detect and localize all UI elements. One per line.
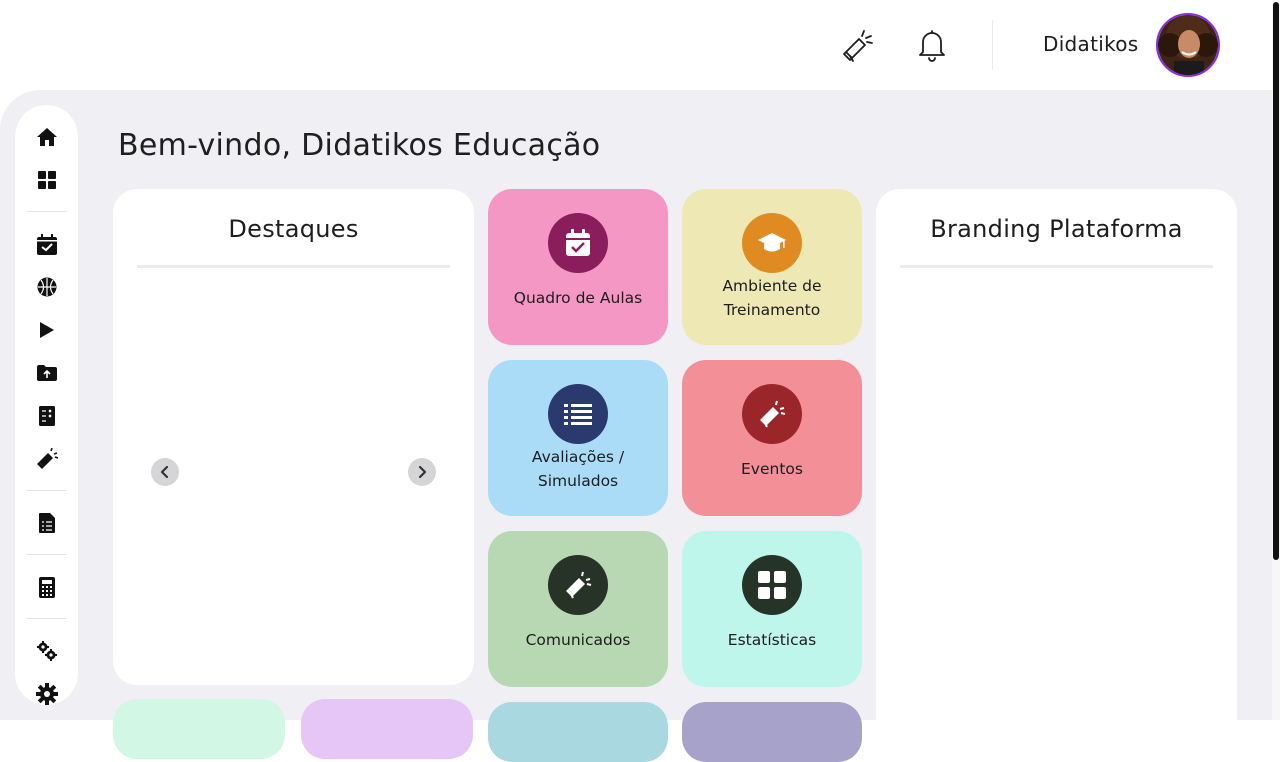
branding-title: Branding Plataforma <box>930 215 1183 243</box>
tile-label: Quadro de Aulas <box>513 289 643 307</box>
carousel-next-button[interactable] <box>408 458 436 486</box>
tile-partial[interactable] <box>488 702 668 762</box>
tile-ambiente-de-treinamento[interactable]: Ambiente de Treinamento <box>682 189 862 345</box>
megaphone-icon <box>742 384 802 444</box>
basketball-icon[interactable] <box>35 275 59 299</box>
cogs-icon[interactable] <box>35 639 59 663</box>
megaphone-icon[interactable] <box>35 447 59 471</box>
calendar-icon[interactable] <box>35 232 59 256</box>
home-icon[interactable] <box>35 125 59 149</box>
highlights-title: Destaques <box>228 215 359 243</box>
user-name[interactable]: Didatikos <box>1043 32 1139 56</box>
grid-icon <box>742 555 802 615</box>
tile-partial[interactable] <box>682 702 862 762</box>
tile-comunicados[interactable]: Comunicados <box>488 531 668 687</box>
report-icon[interactable] <box>35 404 59 428</box>
megaphone-icon[interactable] <box>837 25 877 65</box>
tile-avaliacoes-simulados[interactable]: Avaliações / Simulados <box>488 360 668 516</box>
avatar[interactable] <box>1156 13 1220 77</box>
tile-label: Ambiente de Treinamento <box>722 277 822 319</box>
tile-partial[interactable] <box>301 699 473 759</box>
header-divider <box>992 20 993 70</box>
tile-label: Estatísticas <box>727 631 817 649</box>
tile-partial[interactable] <box>113 699 285 759</box>
tile-label: Comunicados <box>525 631 631 649</box>
highlights-panel: Destaques <box>113 189 474 685</box>
highlights-divider <box>137 265 450 268</box>
list-icon <box>548 384 608 444</box>
top-header: Didatikos <box>0 0 1280 90</box>
tile-eventos[interactable]: Eventos <box>682 360 862 516</box>
tile-label: Avaliações / Simulados <box>531 448 625 490</box>
megaphone-icon <box>548 555 608 615</box>
branding-divider <box>900 265 1213 268</box>
sidebar <box>15 105 78 705</box>
branding-panel: Branding Plataforma <box>876 189 1237 749</box>
tile-quadro-de-aulas[interactable]: Quadro de Aulas <box>488 189 668 345</box>
tile-label: Eventos <box>741 460 803 478</box>
carousel-prev-button[interactable] <box>151 458 179 486</box>
calendar-check-icon <box>548 213 608 273</box>
folder-upload-icon[interactable] <box>35 361 59 385</box>
page-title: Bem-vindo, Didatikos Educação <box>118 128 601 163</box>
scrollbar[interactable] <box>1272 0 1280 720</box>
document-list-icon[interactable] <box>35 511 59 535</box>
bell-icon[interactable] <box>912 25 952 65</box>
play-icon[interactable] <box>35 318 59 342</box>
dashboard-icon[interactable] <box>35 168 59 192</box>
graduation-cap-icon <box>742 213 802 273</box>
tile-estatisticas[interactable]: Estatísticas <box>682 531 862 687</box>
settings-icon[interactable] <box>35 682 59 706</box>
calculator-icon[interactable] <box>35 575 59 599</box>
